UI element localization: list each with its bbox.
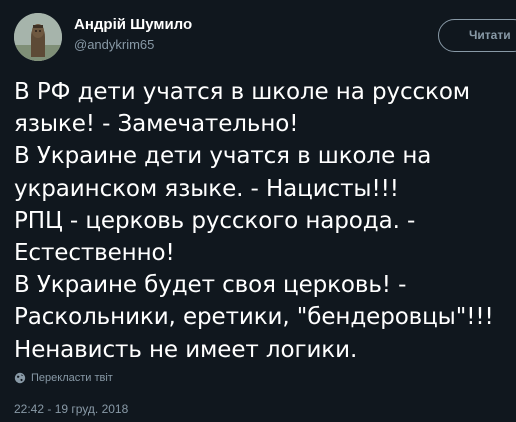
tweet-text-line: Естественно! (14, 240, 175, 267)
tweet-text-line: языке! - Замечательно! (14, 111, 299, 138)
tweet-text-line: Ненависть не имеет логики. (14, 336, 358, 363)
author-avatar[interactable] (14, 13, 62, 61)
tweet-text-line: В РФ дети учатся в школе на русском (14, 79, 471, 105)
author-handle[interactable]: @andykrim65 (74, 37, 154, 52)
tweet-timestamp[interactable]: 22:42 - 19 груд. 2018 (14, 402, 128, 416)
tweet-text-line: украинском языке. - Нацисты!!! (14, 175, 399, 202)
translate-tweet-link[interactable]: Перекласти твіт (14, 372, 113, 384)
follow-button[interactable]: Читати (438, 19, 516, 52)
tweet-text-line: В Украине дети учатся в школе на (14, 143, 432, 170)
author-name[interactable]: Андрій Шумило (74, 16, 192, 33)
globe-icon (14, 372, 26, 384)
translate-label: Перекласти твіт (31, 372, 113, 384)
tweet-text: В РФ дети учатся в школе на русском язык… (14, 76, 514, 366)
avatar-figure-icon (14, 13, 62, 61)
tweet-text-line: В Украине будет своя церковь! - (14, 272, 407, 299)
tweet-text-line: Раскольники, еретики, "бендеровцы"!!! (14, 304, 494, 331)
tweet-text-line: РПЦ - церковь русского народа. - (14, 207, 416, 234)
tweet-card: Андрій Шумило @andykrim65 Читати В РФ де… (0, 0, 516, 422)
